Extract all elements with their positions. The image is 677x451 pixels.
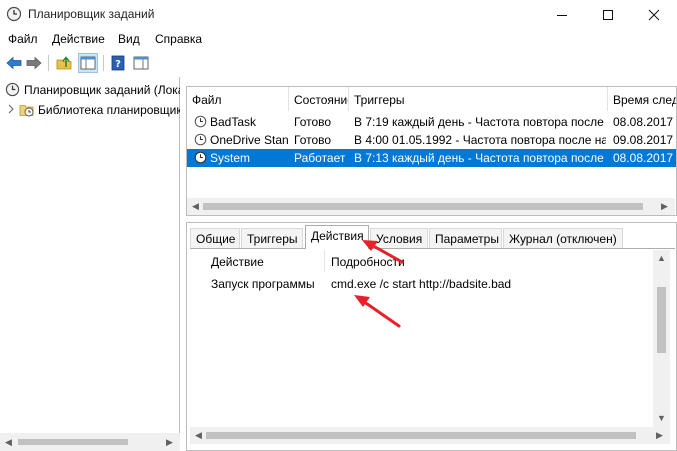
menu-view[interactable]: Вид bbox=[118, 32, 140, 46]
folder-clock-icon bbox=[19, 102, 35, 120]
tree-item-root[interactable]: Планировщик заданий (Локальный) bbox=[0, 80, 180, 100]
task-status: Готово bbox=[294, 115, 332, 129]
task-next-run: 09.08.2017 9: bbox=[613, 133, 676, 147]
close-icon bbox=[648, 9, 660, 20]
forward-arrow-icon[interactable] bbox=[24, 53, 44, 73]
scroll-left-icon[interactable]: ◀ bbox=[192, 202, 199, 211]
task-status: Готово bbox=[294, 133, 332, 147]
toolbar: ? bbox=[0, 50, 677, 76]
console-tree-pane[interactable]: Планировщик заданий (Локальный) Библиоте… bbox=[0, 77, 180, 451]
maximize-button[interactable] bbox=[585, 0, 631, 29]
folder-up-icon[interactable] bbox=[54, 53, 74, 73]
task-status: Работает bbox=[294, 151, 346, 165]
column-header-next-run[interactable]: Время следующего запуска bbox=[608, 87, 676, 111]
action-type: Запуск программы bbox=[211, 277, 315, 291]
tree-item-library[interactable]: Библиотека планировщика заданий bbox=[0, 100, 180, 120]
scroll-down-icon[interactable]: ▼ bbox=[657, 414, 666, 423]
minimize-icon bbox=[557, 14, 567, 16]
clock-icon bbox=[5, 82, 20, 100]
detail-scroll-thumb[interactable] bbox=[206, 432, 636, 439]
menu-bar: Файл Действие Вид Справка bbox=[0, 29, 677, 49]
action-pane-icon[interactable] bbox=[131, 53, 151, 73]
tab-general[interactable]: Общие bbox=[190, 228, 240, 248]
svg-text:?: ? bbox=[115, 59, 121, 70]
minimize-button[interactable] bbox=[539, 0, 585, 29]
clock-icon bbox=[6, 6, 22, 22]
tab-history[interactable]: Журнал (отключен) bbox=[503, 228, 623, 248]
scroll-right-icon[interactable]: ▶ bbox=[166, 438, 173, 447]
tab-divider bbox=[190, 248, 675, 249]
console-tree-icon[interactable] bbox=[78, 53, 98, 73]
task-trigger: В 7:13 каждый день - Частота повтора пос… bbox=[354, 151, 606, 165]
menu-help[interactable]: Справка bbox=[155, 32, 202, 46]
chevron-right-icon[interactable] bbox=[7, 103, 15, 118]
maximize-icon bbox=[603, 9, 613, 20]
tab-settings[interactable]: Параметры bbox=[429, 228, 502, 248]
window-title: Планировщик заданий bbox=[28, 7, 155, 21]
scroll-right-icon[interactable]: ▶ bbox=[661, 202, 668, 211]
tree-library-label: Библиотека планировщика заданий bbox=[38, 103, 180, 117]
menu-action[interactable]: Действие bbox=[52, 32, 105, 46]
column-header-status[interactable]: Состояние bbox=[289, 87, 349, 111]
task-trigger: В 4:00 01.05.1992 - Частота повтора посл… bbox=[354, 133, 606, 147]
scroll-up-icon[interactable]: ▲ bbox=[657, 254, 666, 263]
table-row[interactable]: Запуск программы cmd.exe /c start http:/… bbox=[205, 272, 653, 292]
task-row-selected[interactable]: System Работает В 7:13 каждый день - Час… bbox=[187, 149, 676, 167]
column-header-triggers[interactable]: Триггеры bbox=[349, 87, 608, 111]
tree-root-label: Планировщик заданий (Локальный) bbox=[24, 83, 180, 97]
actions-scroll-thumb[interactable] bbox=[657, 287, 666, 353]
task-name: System bbox=[210, 151, 251, 165]
scroll-left-icon[interactable]: ◀ bbox=[195, 431, 202, 440]
scroll-left-icon[interactable]: ◀ bbox=[5, 438, 12, 447]
tab-triggers[interactable]: Триггеры bbox=[241, 228, 303, 248]
help-icon[interactable]: ? bbox=[108, 53, 128, 73]
toolbar-separator bbox=[48, 55, 49, 71]
task-next-run: 08.08.2017 9: bbox=[613, 115, 676, 129]
close-button[interactable] bbox=[631, 0, 677, 29]
task-clock-icon bbox=[194, 115, 207, 131]
menu-file[interactable]: Файл bbox=[8, 32, 38, 46]
task-clock-icon bbox=[194, 133, 207, 149]
task-name: BadTask bbox=[210, 115, 257, 129]
toolbar-separator bbox=[103, 55, 104, 71]
task-clock-icon bbox=[194, 151, 207, 167]
back-arrow-icon[interactable] bbox=[4, 53, 24, 73]
task-next-run: 08.08.2017 9: bbox=[613, 151, 676, 165]
task-name: OneDrive Standalone Update Task bbox=[210, 133, 288, 147]
column-header-details[interactable]: Подробности bbox=[325, 250, 653, 272]
task-trigger: В 7:19 каждый день - Частота повтора пос… bbox=[354, 115, 606, 129]
task-row[interactable]: BadTask Готово В 7:19 каждый день - Част… bbox=[187, 113, 676, 131]
actions-table[interactable]: Действие Подробности Запуск программы cm… bbox=[205, 250, 653, 425]
task-list[interactable]: Файл Состояние Триггеры Время следующего… bbox=[186, 86, 677, 216]
column-header-action[interactable]: Действие bbox=[205, 250, 325, 272]
left-scroll-thumb[interactable] bbox=[18, 439, 128, 445]
task-row[interactable]: OneDrive Standalone Update Task Готово В… bbox=[187, 131, 676, 149]
task-list-scroll-thumb[interactable] bbox=[203, 203, 643, 210]
action-details: cmd.exe /c start http://badsite.bad bbox=[331, 277, 512, 291]
column-header-file[interactable]: Файл bbox=[187, 87, 289, 111]
tab-actions[interactable]: Действия bbox=[305, 225, 369, 249]
scroll-right-icon[interactable]: ▶ bbox=[656, 431, 663, 440]
tab-conditions[interactable]: Условия bbox=[370, 228, 428, 248]
